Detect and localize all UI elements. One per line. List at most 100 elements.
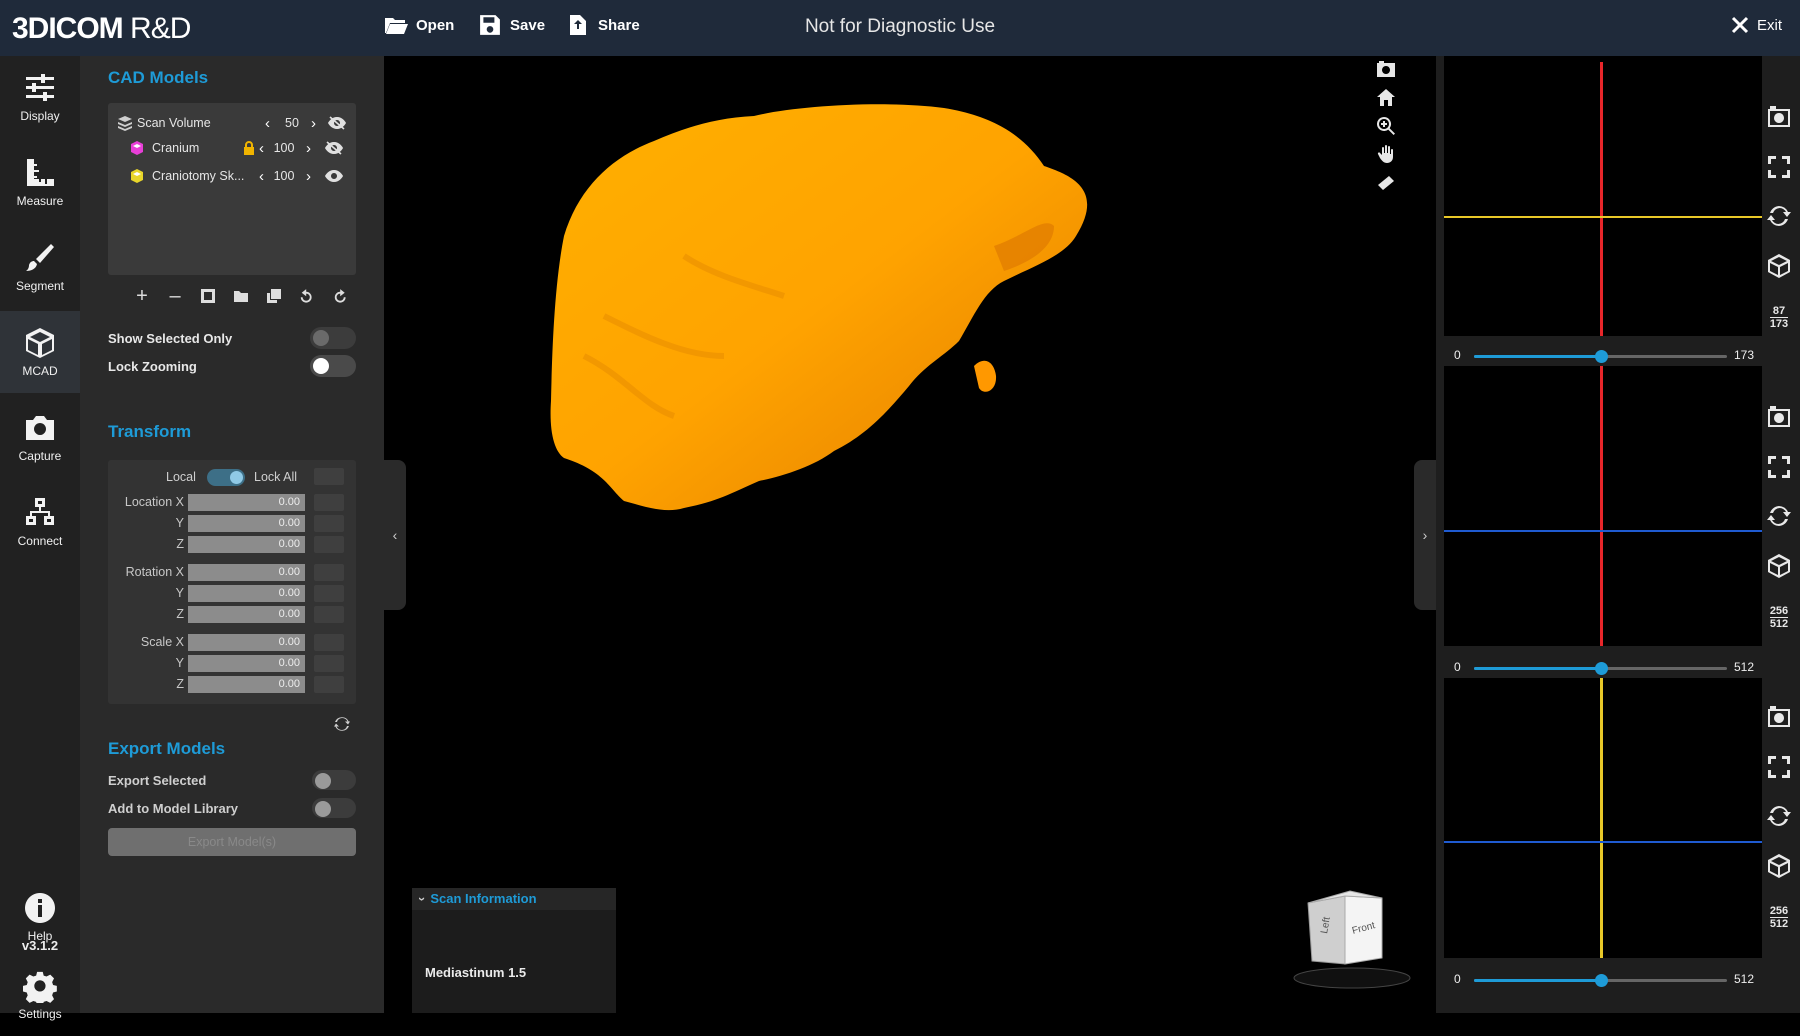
- slice3-3d-button[interactable]: [1766, 853, 1792, 879]
- scale-z-field[interactable]: [188, 676, 305, 693]
- rail-settings[interactable]: Settings: [0, 954, 80, 1036]
- rotate-icon: [1767, 506, 1791, 526]
- slice-slider-3[interactable]: 0 512: [1444, 971, 1762, 989]
- exit-button[interactable]: Exit: [1731, 16, 1782, 34]
- chevron-right-icon[interactable]: ›: [306, 140, 311, 157]
- lock-button[interactable]: [314, 606, 344, 623]
- slider-thumb[interactable]: [1594, 350, 1608, 363]
- location-x-field[interactable]: [188, 494, 305, 511]
- lock-button[interactable]: [314, 536, 344, 553]
- rail-capture-label: Capture: [18, 449, 62, 463]
- duplicate-model-button[interactable]: [264, 286, 284, 306]
- slice3-fullscreen-button[interactable]: [1766, 754, 1792, 780]
- rail-capture[interactable]: Capture: [0, 396, 80, 478]
- slider-thumb[interactable]: [1594, 662, 1608, 675]
- eye-slash-icon[interactable]: [327, 116, 347, 130]
- chevron-down-icon: ›: [415, 896, 431, 902]
- rail-display[interactable]: Display: [0, 56, 80, 138]
- rotation-y-field[interactable]: [188, 585, 305, 602]
- screenshot-icon[interactable]: [1376, 60, 1396, 80]
- export-models-title: Export Models: [108, 739, 226, 758]
- zoom-icon[interactable]: [1376, 116, 1396, 136]
- save-button[interactable]: Save: [478, 14, 545, 36]
- show-selected-only-toggle[interactable]: [310, 327, 356, 349]
- export-selected-toggle[interactable]: [312, 770, 356, 790]
- chevron-left-icon[interactable]: ‹: [259, 168, 264, 185]
- export-models-button[interactable]: Export Model(s): [108, 828, 356, 856]
- lock-button[interactable]: [314, 676, 344, 693]
- rail-settings-label: Settings: [18, 1007, 62, 1021]
- chevron-left-icon[interactable]: ‹: [259, 140, 264, 157]
- slice-slider-1[interactable]: 0 173: [1444, 347, 1762, 365]
- rotation-z-field[interactable]: [188, 606, 305, 623]
- slice1-3d-button[interactable]: [1766, 253, 1792, 279]
- collapse-left-panel-button[interactable]: ‹: [384, 460, 406, 610]
- chevron-right-icon[interactable]: ›: [306, 168, 311, 185]
- fit-model-button[interactable]: [198, 286, 218, 306]
- rail-connect[interactable]: Connect: [0, 481, 80, 563]
- slice3-screenshot-button[interactable]: [1766, 704, 1792, 730]
- lock-button[interactable]: [314, 634, 344, 651]
- slice2-screenshot-button[interactable]: [1766, 404, 1792, 430]
- scan-information-header[interactable]: ›Scan Information: [412, 888, 616, 910]
- add-to-library-toggle[interactable]: [312, 798, 356, 818]
- location-y-field[interactable]: [188, 515, 305, 532]
- model-row-scan-volume[interactable]: Scan Volume ‹ 50 ›: [108, 111, 356, 135]
- slice2-index: 256 512: [1762, 605, 1796, 630]
- orientation-cube[interactable]: Left Front: [1290, 886, 1420, 991]
- eye-slash-icon[interactable]: [324, 141, 344, 155]
- local-toggle[interactable]: [207, 469, 245, 486]
- pan-hand-icon[interactable]: [1376, 144, 1396, 164]
- slice2-fullscreen-button[interactable]: [1766, 454, 1792, 480]
- lock-button[interactable]: [314, 515, 344, 532]
- share-button[interactable]: Share: [566, 14, 640, 36]
- redo-button[interactable]: [330, 286, 350, 306]
- axis-y: Y: [175, 516, 184, 530]
- open-folder-button[interactable]: [231, 286, 251, 306]
- rotation-y-row: Y: [108, 585, 356, 603]
- undo-button[interactable]: [297, 286, 317, 306]
- model-row-cranium[interactable]: Cranium ‹ 100 ›: [108, 136, 356, 160]
- slice1-rotate-button[interactable]: [1766, 203, 1792, 229]
- lock-zooming-toggle[interactable]: [310, 355, 356, 377]
- location-z-field[interactable]: [188, 536, 305, 553]
- ruler-tool-icon[interactable]: [1376, 172, 1396, 192]
- slice1-screenshot-button[interactable]: [1766, 104, 1792, 130]
- lock-button[interactable]: [314, 655, 344, 672]
- slice-slider-2[interactable]: 0 512: [1444, 659, 1762, 677]
- slice-view-1[interactable]: [1444, 56, 1762, 336]
- slice-views: 0 173 0 512 0 512: [1436, 56, 1800, 1013]
- remove-model-button[interactable]: –: [165, 285, 185, 307]
- lock-button[interactable]: [314, 494, 344, 511]
- slice3-rotate-button[interactable]: [1766, 803, 1792, 829]
- location-x-row: Location X: [108, 494, 356, 512]
- chevron-left-icon[interactable]: ‹: [265, 115, 270, 132]
- 3d-viewport[interactable]: Left Front: [384, 56, 1436, 1013]
- open-button[interactable]: Open: [384, 14, 454, 36]
- eye-icon[interactable]: [324, 169, 344, 183]
- slice2-3d-button[interactable]: [1766, 553, 1792, 579]
- slice-index-current: 87: [1772, 305, 1786, 317]
- slider-thumb[interactable]: [1594, 974, 1608, 987]
- chevron-right-icon[interactable]: ›: [311, 115, 316, 132]
- model-row-craniotomy[interactable]: Craniotomy Sk... ‹ 100 ›: [108, 164, 356, 188]
- slice2-rotate-button[interactable]: [1766, 503, 1792, 529]
- slice-view-3[interactable]: [1444, 678, 1762, 958]
- reset-transform-icon[interactable]: [334, 716, 350, 732]
- rail-measure[interactable]: Measure: [0, 141, 80, 223]
- scale-x-field[interactable]: [188, 634, 305, 651]
- rotation-x-field[interactable]: [188, 564, 305, 581]
- rail-mcad[interactable]: MCAD: [0, 311, 80, 393]
- add-model-button[interactable]: +: [132, 285, 152, 307]
- slice-view-2[interactable]: [1444, 366, 1762, 646]
- lock-all-button[interactable]: [314, 468, 344, 485]
- lock-button[interactable]: [314, 585, 344, 602]
- rail-segment[interactable]: Segment: [0, 226, 80, 308]
- collapse-right-panel-button[interactable]: ›: [1414, 460, 1436, 610]
- export-selected-label: Export Selected: [108, 772, 207, 788]
- scale-y-field[interactable]: [188, 655, 305, 672]
- lock-button[interactable]: [314, 564, 344, 581]
- slice1-fullscreen-button[interactable]: [1766, 154, 1792, 180]
- home-icon[interactable]: [1376, 88, 1396, 108]
- lock-icon[interactable]: [242, 141, 256, 155]
